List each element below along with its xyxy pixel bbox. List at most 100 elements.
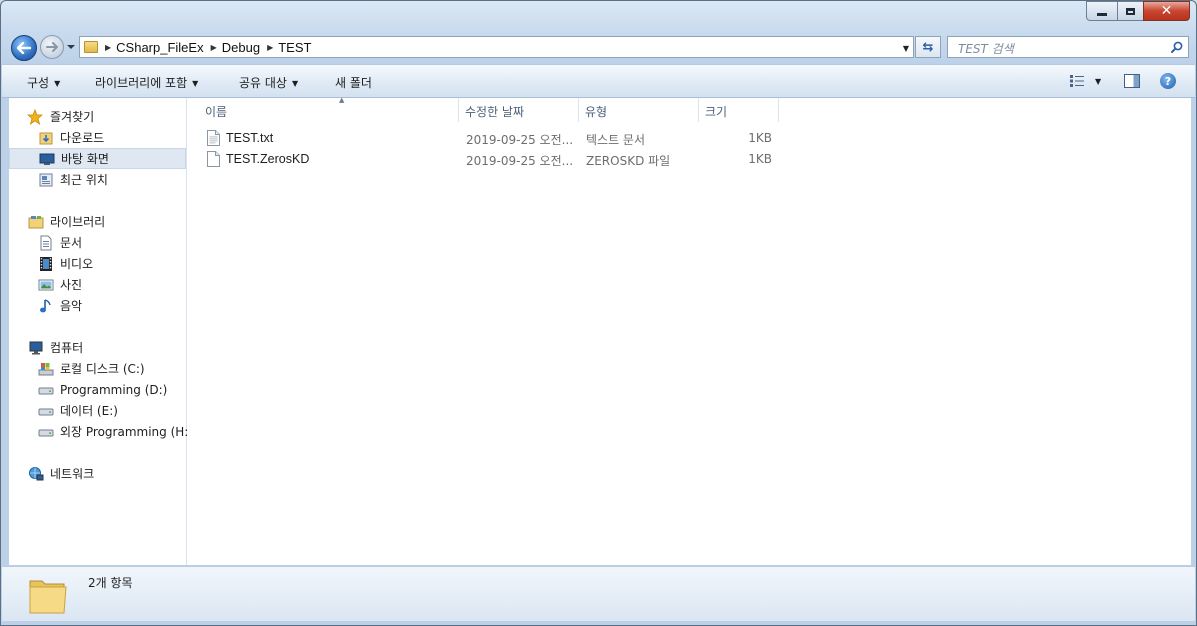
- search-icon[interactable]: [1171, 41, 1183, 53]
- generic-file-icon: [207, 151, 220, 167]
- recent-places-icon: [38, 172, 54, 188]
- navigation-pane: 즐겨찾기 다운로드 바탕 화면 최근 위치 라이브러리 문서 비디오 사진 음악…: [9, 98, 193, 565]
- sort-ascending-icon: ▲: [339, 96, 345, 104]
- share-with-button[interactable]: 공유 대상 ▼: [239, 74, 298, 91]
- sidebar-label: 문서: [60, 236, 83, 250]
- include-library-label: 라이브러리에 포함: [95, 76, 188, 90]
- sidebar-item-drive-d[interactable]: Programming (D:): [9, 379, 186, 400]
- close-icon: ✕: [1160, 3, 1173, 19]
- sidebar-label: 바탕 화면: [61, 152, 109, 166]
- organize-button[interactable]: 구성 ▼: [27, 74, 60, 91]
- help-icon[interactable]: ?: [1160, 73, 1176, 89]
- table-row[interactable]: TEST.txt 2019-09-25 오전... 텍스트 문서 1KB: [187, 128, 787, 149]
- sidebar-label: 비디오: [60, 257, 94, 271]
- explorer-window: ✕ ▶ CSharp_FileEx ▶ Debug ▶ TEST ▼ ⇆ TES…: [0, 0, 1197, 626]
- file-name: TEST.ZerosKD: [226, 152, 310, 166]
- chevron-down-icon: ▼: [192, 79, 199, 88]
- network-icon: [28, 466, 44, 482]
- address-dropdown-icon[interactable]: ▼: [903, 44, 909, 53]
- sidebar-item-downloads[interactable]: 다운로드: [9, 127, 186, 148]
- address-bar[interactable]: ▶ CSharp_FileEx ▶ Debug ▶ TEST ▼: [79, 36, 914, 58]
- item-count: 2개 항목: [88, 576, 133, 590]
- search-input[interactable]: TEST 검색: [947, 36, 1189, 58]
- column-header-modified[interactable]: 수정한 날짜: [459, 98, 579, 122]
- file-size: 1KB: [748, 152, 772, 166]
- maximize-button[interactable]: [1117, 1, 1144, 21]
- sidebar-label: 네트워크: [50, 467, 95, 481]
- picture-icon: [38, 277, 54, 293]
- back-button[interactable]: [11, 35, 37, 61]
- view-options-chevron-icon[interactable]: ▼: [1095, 77, 1101, 86]
- back-arrow-icon: [17, 42, 31, 54]
- document-icon: [38, 235, 54, 251]
- sidebar-item-drive-h[interactable]: 외장 Programming (H:): [9, 421, 193, 442]
- sidebar-label: 즐겨찾기: [50, 110, 95, 124]
- sidebar-label: 최근 위치: [60, 173, 108, 187]
- folder-icon: [29, 580, 67, 614]
- new-folder-button[interactable]: 새 폴더: [335, 74, 372, 91]
- maximize-icon: [1126, 7, 1135, 15]
- file-modified: 2019-09-25 오전...: [466, 133, 574, 147]
- breadcrumb-separator-icon[interactable]: ▶: [105, 43, 111, 52]
- sidebar-item-computer[interactable]: 컴퓨터: [9, 337, 186, 358]
- sidebar-item-documents[interactable]: 문서: [9, 232, 186, 253]
- breadcrumb-item[interactable]: TEST: [278, 40, 311, 55]
- music-note-icon: [38, 298, 54, 314]
- details-pane: 2개 항목: [2, 566, 1195, 621]
- column-header-type[interactable]: 유형: [579, 98, 699, 122]
- close-button[interactable]: ✕: [1143, 1, 1190, 21]
- sidebar-label: 외장 Programming (H:): [60, 425, 194, 439]
- forward-button[interactable]: [40, 35, 64, 59]
- column-label: 이름: [205, 105, 228, 119]
- file-type: 텍스트 문서: [586, 133, 646, 147]
- breadcrumb-separator-icon[interactable]: ▶: [267, 43, 273, 52]
- sidebar-item-pictures[interactable]: 사진: [9, 274, 186, 295]
- breadcrumb-separator-icon[interactable]: ▶: [211, 43, 217, 52]
- sidebar-item-desktop[interactable]: 바탕 화면: [9, 148, 186, 169]
- forward-arrow-icon: [46, 42, 58, 52]
- file-list-pane: ▲ 이름 수정한 날짜 유형 크기 TEST.txt 2019-09-25 오전…: [187, 96, 1191, 565]
- refresh-button[interactable]: ⇆: [915, 36, 941, 58]
- breadcrumb-item[interactable]: CSharp_FileEx: [116, 40, 203, 55]
- refresh-icon: ⇆: [922, 39, 934, 55]
- change-view-icon[interactable]: [1070, 75, 1084, 87]
- hard-drive-icon: [38, 382, 54, 398]
- command-bar: 구성 ▼ 라이브러리에 포함 ▼ 공유 대상 ▼ 새 폴더 ▼ ?: [2, 64, 1195, 98]
- libraries-icon: [28, 214, 44, 230]
- system-drive-icon: [38, 361, 54, 377]
- breadcrumb-item[interactable]: Debug: [222, 40, 260, 55]
- column-header-name[interactable]: ▲ 이름: [199, 96, 459, 122]
- column-header-size[interactable]: 크기: [699, 98, 779, 122]
- file-modified: 2019-09-25 오전...: [466, 154, 574, 168]
- file-type: ZEROSKD 파일: [586, 154, 671, 168]
- desktop-icon: [39, 151, 55, 167]
- sidebar-label: 사진: [60, 278, 83, 292]
- sidebar-label: 데이터 (E:): [60, 404, 118, 418]
- include-in-library-button[interactable]: 라이브러리에 포함 ▼: [95, 74, 198, 91]
- sidebar-item-drive-e[interactable]: 데이터 (E:): [9, 400, 186, 421]
- sidebar-item-libraries[interactable]: 라이브러리: [9, 211, 186, 232]
- sidebar-label: Programming (D:): [60, 382, 168, 397]
- table-row[interactable]: TEST.ZerosKD 2019-09-25 오전... ZEROSKD 파일…: [187, 149, 787, 170]
- sidebar-label: 다운로드: [60, 131, 105, 145]
- sidebar-item-drive-c[interactable]: 로컬 디스크 (C:): [9, 358, 186, 379]
- downloads-folder-icon: [38, 130, 54, 146]
- recent-pages-chevron-icon[interactable]: [66, 42, 76, 52]
- folder-icon: [84, 41, 98, 53]
- sidebar-item-recent-places[interactable]: 최근 위치: [9, 169, 186, 190]
- share-with-label: 공유 대상: [239, 76, 287, 90]
- sidebar-label: 컴퓨터: [50, 341, 84, 355]
- preview-pane-icon[interactable]: [1124, 74, 1140, 88]
- search-placeholder: TEST 검색: [958, 42, 1014, 56]
- sidebar-item-network[interactable]: 네트워크: [9, 463, 186, 484]
- organize-label: 구성: [27, 76, 50, 90]
- sidebar-label: 로컬 디스크 (C:): [60, 362, 145, 376]
- sidebar-item-music[interactable]: 음악: [9, 295, 186, 316]
- sidebar-item-favorites[interactable]: 즐겨찾기: [9, 106, 186, 127]
- file-name: TEST.txt: [226, 131, 274, 145]
- minimize-button[interactable]: [1086, 1, 1118, 21]
- star-icon: [27, 108, 43, 125]
- sidebar-item-videos[interactable]: 비디오: [9, 253, 186, 274]
- hard-drive-icon: [38, 424, 54, 440]
- film-icon: [38, 256, 54, 272]
